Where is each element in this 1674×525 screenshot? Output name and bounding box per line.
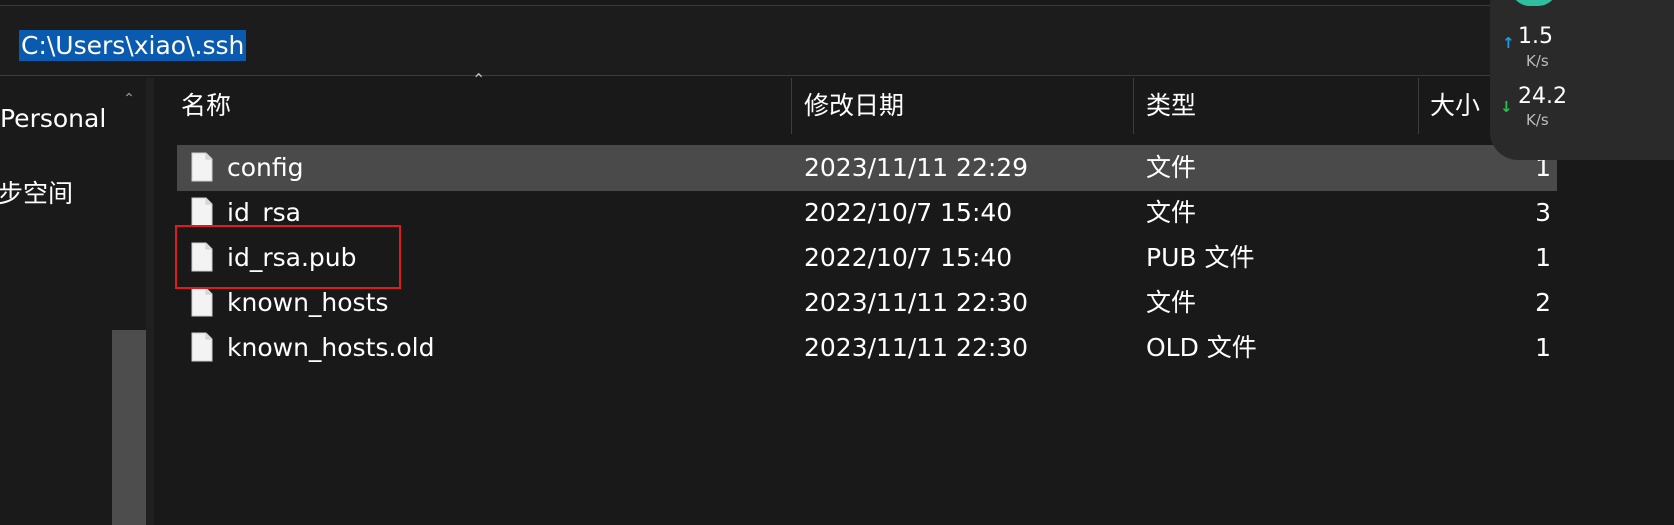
- scroll-up-chevron-icon[interactable]: ⌃: [122, 92, 136, 106]
- file-row-known-hosts-old[interactable]: known_hosts.old 2023/11/11 22:30 OLD 文件 …: [177, 325, 1557, 371]
- column-separator[interactable]: [1133, 78, 1134, 134]
- file-icon: [191, 332, 213, 362]
- file-size: 2: [1535, 288, 1551, 317]
- nav-item-personal[interactable]: Personal: [0, 104, 106, 133]
- column-separator[interactable]: [1418, 78, 1419, 134]
- file-icon: [191, 287, 213, 317]
- pane-divider[interactable]: [146, 78, 154, 525]
- file-row-config[interactable]: config 2023/11/11 22:29 文件 1: [177, 145, 1557, 191]
- column-separator[interactable]: [791, 78, 792, 134]
- upload-value: 1.5: [1518, 24, 1553, 49]
- file-type: 文件: [1146, 288, 1197, 317]
- address-path[interactable]: C:\Users\xiao\.ssh: [19, 30, 247, 61]
- file-size: 1: [1535, 243, 1551, 272]
- file-modified: 2023/11/11 22:30: [804, 333, 1029, 362]
- navigation-pane: ⌃ Personal 步空间: [0, 78, 146, 525]
- file-icon: [191, 152, 213, 182]
- file-type: OLD 文件: [1146, 333, 1257, 362]
- network-speed-widget[interactable]: ↑ 1.5 K/s ↓ 24.2 K/s: [1490, 0, 1674, 160]
- sort-ascending-icon: ⌃: [472, 70, 486, 89]
- file-modified: 2023/11/11 22:29: [804, 153, 1029, 182]
- widget-accent: [1510, 0, 1558, 6]
- file-size: 3: [1535, 198, 1551, 227]
- annotation-highlight-box: [175, 225, 401, 289]
- download-arrow-icon: ↓: [1500, 98, 1513, 116]
- file-type: 文件: [1146, 198, 1197, 227]
- nav-item-sync-space[interactable]: 步空间: [0, 174, 73, 210]
- file-name[interactable]: config: [227, 145, 304, 191]
- address-bar[interactable]: C:\Users\xiao\.ssh: [0, 5, 1590, 76]
- upload-unit: K/s: [1526, 52, 1549, 70]
- column-header-modified[interactable]: 修改日期: [804, 78, 904, 134]
- file-type: 文件: [1146, 153, 1197, 182]
- file-name[interactable]: known_hosts.old: [227, 325, 434, 371]
- file-type: PUB 文件: [1146, 243, 1255, 272]
- file-modified: 2022/10/7 15:40: [804, 243, 1013, 272]
- column-header-name[interactable]: 名称: [181, 78, 231, 134]
- column-header-size[interactable]: 大小: [1430, 78, 1480, 134]
- column-header-type[interactable]: 类型: [1146, 78, 1196, 134]
- nav-scrollbar-thumb[interactable]: [112, 330, 146, 525]
- file-modified: 2023/11/11 22:30: [804, 288, 1029, 317]
- download-unit: K/s: [1526, 111, 1549, 129]
- download-value: 24.2: [1518, 84, 1567, 109]
- file-size: 1: [1535, 333, 1551, 362]
- upload-arrow-icon: ↑: [1502, 34, 1515, 52]
- file-modified: 2022/10/7 15:40: [804, 198, 1013, 227]
- file-icon: [191, 197, 213, 227]
